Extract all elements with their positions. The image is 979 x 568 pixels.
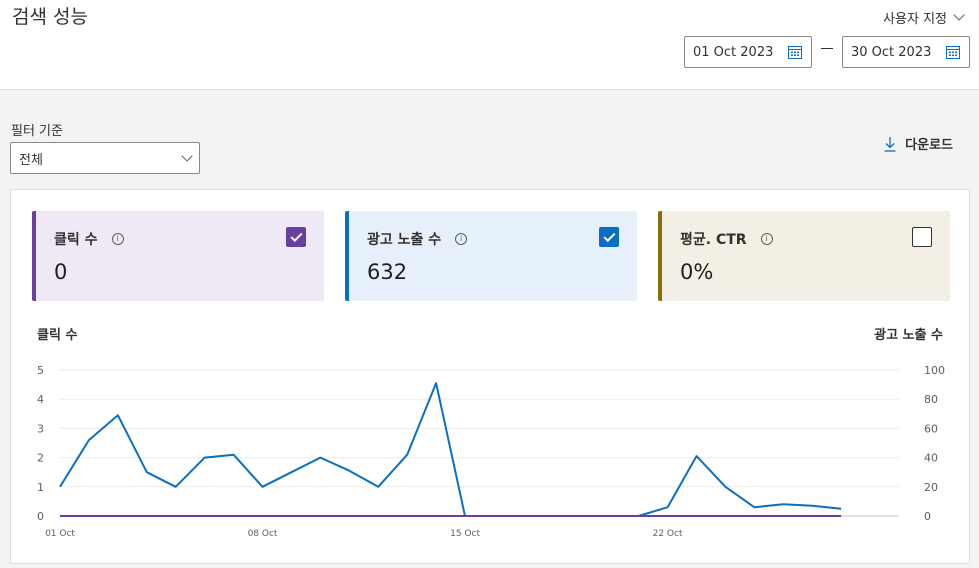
right-tick-label: 80: [924, 393, 938, 406]
metric-label: 평균. CTR: [680, 232, 747, 248]
end-date-input[interactable]: 30 Oct 2023: [842, 36, 970, 68]
x-tick-label: 01 Oct: [45, 529, 75, 539]
left-tick-label: 1: [37, 481, 44, 494]
start-date-input[interactable]: 01 Oct 2023: [684, 36, 812, 68]
calendar-icon[interactable]: [945, 44, 961, 60]
info-icon[interactable]: i: [760, 233, 773, 245]
left-tick-label: 5: [37, 364, 44, 377]
right-tick-label: 100: [924, 364, 945, 377]
series-line-impressions: [59, 382, 842, 517]
filter-dropdown[interactable]: 전체: [10, 142, 200, 174]
calendar-icon[interactable]: [787, 44, 803, 60]
chevron-down-icon: [953, 9, 965, 21]
end-date-value: 30 Oct 2023: [851, 44, 932, 60]
filter-value: 전체: [19, 152, 43, 168]
chevron-down-icon: [181, 149, 193, 162]
date-range-label: 사용자 지정: [883, 12, 947, 27]
filter-label: 필터 기준: [11, 124, 63, 139]
left-axis-title: 클릭 수: [37, 328, 78, 343]
info-icon[interactable]: i: [111, 233, 124, 245]
metric-checkbox[interactable]: [912, 227, 932, 247]
download-label: 다운로드: [905, 138, 953, 153]
metric-label: 광고 노출 수: [367, 232, 442, 248]
checkmark-icon: [602, 229, 616, 242]
right-tick-label: 60: [924, 422, 938, 435]
right-tick-label: 40: [924, 452, 938, 465]
start-date-value: 01 Oct 2023: [693, 44, 774, 60]
download-button[interactable]: 다운로드: [883, 134, 953, 153]
right-tick-label: 20: [924, 481, 938, 494]
x-tick-label: 08 Oct: [248, 529, 278, 539]
date-range-dropdown[interactable]: 사용자 지정: [883, 8, 965, 27]
metric-value: 632: [367, 260, 408, 284]
left-tick-label: 3: [37, 422, 44, 435]
metric-label: 클릭 수: [54, 232, 98, 248]
right-tick-label: 0: [924, 510, 931, 523]
metric-card-impressions[interactable]: 광고 노출 수 i 632: [345, 211, 637, 301]
metric-checkbox[interactable]: [286, 227, 306, 247]
info-icon[interactable]: i: [455, 233, 468, 245]
date-separator: [821, 48, 833, 49]
page-header: 검색 성능 사용자 지정 01 Oct 2023 30 Oct 2023: [0, 0, 979, 90]
x-tick-label: 22 Oct: [653, 529, 683, 539]
checkmark-icon: [289, 229, 303, 242]
right-axis-title: 광고 노출 수: [874, 328, 943, 343]
left-tick-label: 4: [37, 393, 44, 406]
x-tick-label: 15 Oct: [450, 529, 480, 539]
left-tick-label: 0: [37, 510, 44, 523]
left-tick-label: 2: [37, 452, 44, 465]
performance-panel: 클릭 수 i 0 광고 노출 수 i 632 평균. CTR i 0% 클릭 수…: [10, 189, 970, 564]
performance-chart: 0 0 1 20 2 40 3 60 4 80 5 100 01 Oct 08 Oct 15 Oct 22 O…: [37, 364, 945, 539]
download-icon: [884, 136, 896, 152]
metric-checkbox[interactable]: [599, 227, 619, 247]
metric-value: 0%: [680, 260, 714, 284]
page-title: 검색 성능: [12, 6, 88, 28]
metric-card-ctr[interactable]: 평균. CTR i 0%: [658, 211, 950, 301]
metric-value: 0: [54, 260, 68, 284]
metric-card-clicks[interactable]: 클릭 수 i 0: [32, 211, 324, 301]
